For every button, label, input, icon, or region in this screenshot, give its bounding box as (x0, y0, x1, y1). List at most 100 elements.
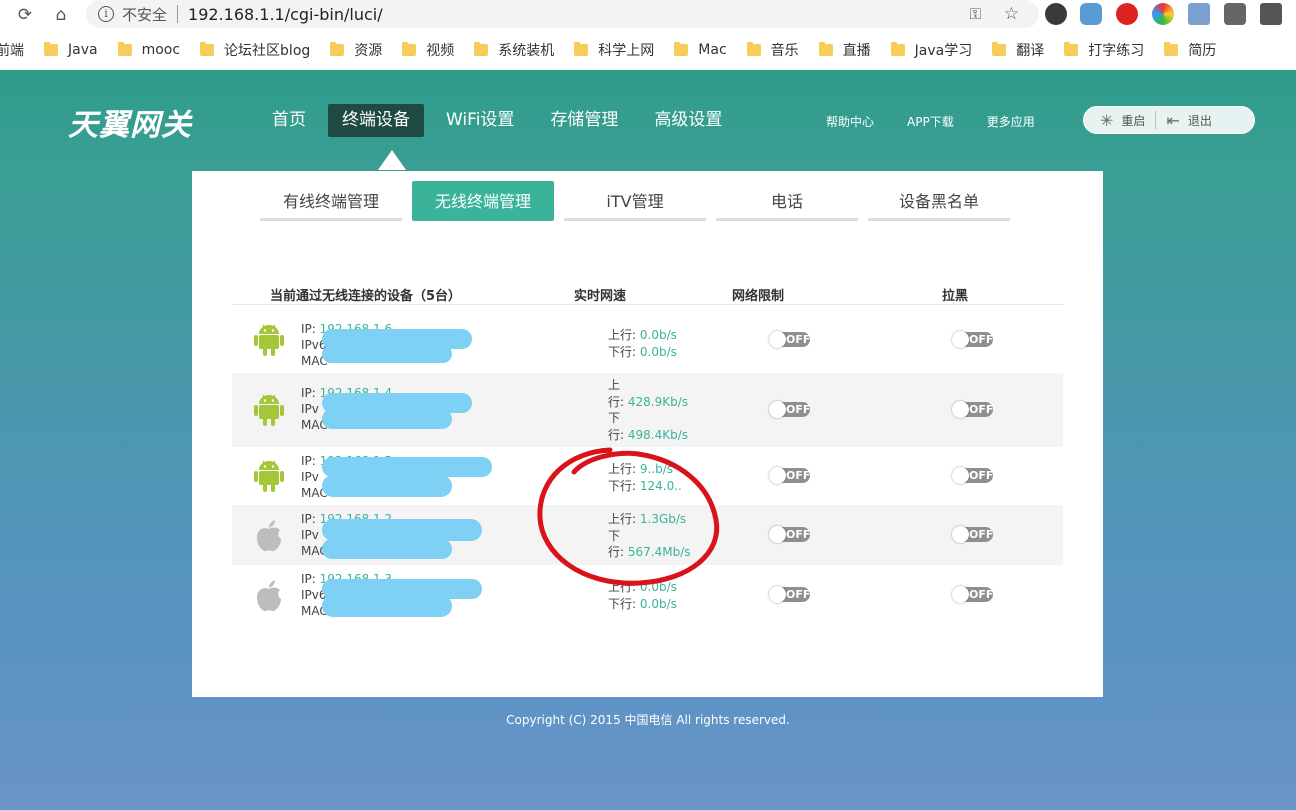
reload-icon[interactable]: ⟳ (12, 2, 38, 28)
network-limit-toggle[interactable]: OFF (769, 526, 810, 543)
bookmark-item[interactable]: 论坛社区blog (200, 40, 310, 60)
bookmark-item[interactable]: Java学习 (890, 40, 972, 60)
bookmark-item[interactable]: Java (44, 42, 98, 58)
network-limit-toggle[interactable]: OFF (769, 586, 810, 603)
copyright: Copyright (C) 2015 中国电信 All rights reser… (506, 713, 790, 727)
nav-advanced[interactable]: 高级设置 (640, 104, 736, 137)
redaction-mark (322, 595, 452, 617)
folder-icon (674, 42, 689, 56)
content-panel: 有线终端管理 无线终端管理 iTV管理 电话 设备黑名单 当前通过无线连接的设备… (192, 171, 1103, 697)
tab-wireless[interactable]: 无线终端管理 (412, 181, 554, 221)
bookmark-item[interactable]: 前端 (0, 40, 24, 60)
folder-icon (44, 42, 58, 56)
block-toggle[interactable]: OFF (952, 331, 993, 348)
info-icon[interactable]: i (98, 6, 114, 22)
tab-blacklist[interactable]: 设备黑名单 (868, 181, 1010, 221)
upload-line: 上 行: 428.9Kb/s (608, 378, 689, 409)
upload-speed: 0.0b/s (639, 328, 677, 342)
network-limit-toggle[interactable]: OFF (769, 401, 810, 418)
annotation-circle (537, 447, 720, 586)
bookmark-item[interactable]: 打字练习 (1064, 40, 1144, 60)
header-limit: 网络限制 (732, 289, 785, 304)
header-devices: 当前通过无线连接的设备（5台） (270, 289, 462, 304)
tab-itv[interactable]: iTV管理 (564, 181, 706, 221)
bookmark-item[interactable]: 视频 (402, 40, 454, 60)
more-apps-link[interactable]: 更多应用 (987, 113, 1035, 130)
extension-shield-icon[interactable] (1080, 3, 1102, 25)
download-speed: 0.0b/s (639, 344, 677, 359)
address-bar[interactable]: i 不安全 192.168.1.1/cgi-bin/luci/ ⚿ ☆ (86, 0, 1039, 28)
extension-map-icon[interactable] (1188, 3, 1210, 25)
header-block: 拉黑 (942, 289, 969, 304)
folder-icon (200, 42, 215, 56)
nav-devices[interactable]: 终端设备 (328, 104, 424, 137)
logo[interactable]: 天翼网关 (68, 100, 192, 144)
block-toggle[interactable]: OFF (952, 526, 993, 543)
nav-storage[interactable]: 存储管理 (536, 104, 632, 137)
nav-home[interactable]: 首页 (258, 104, 320, 137)
security-label: 不安全 (122, 5, 168, 24)
device-row: IP: 192.168.1.4 IPv MAC 上 行: 428.9Kb/s 下… (232, 373, 1063, 447)
system-actions: ✳ 重启 ⇤ 退出 (1083, 106, 1255, 134)
block-toggle[interactable]: OFF (952, 467, 993, 484)
extension-box-icon[interactable] (1224, 3, 1246, 25)
folder-icon (330, 42, 345, 56)
bookmark-item[interactable]: 翻译 (992, 40, 1044, 60)
bookmark-item[interactable]: 音乐 (746, 40, 799, 60)
key-icon[interactable]: ⚿ (970, 5, 981, 23)
nav-wifi[interactable]: WiFi设置 (432, 104, 528, 137)
android-icon (254, 324, 284, 360)
upload-line: 上行: 0.0b/s (608, 328, 677, 342)
android-icon (254, 394, 284, 430)
device-row: IP: 192.168.1.6 IPv6 MAC 上行: 0.0b/s 下行: … (232, 307, 1063, 373)
block-toggle[interactable]: OFF (952, 401, 993, 418)
block-toggle[interactable]: OFF (952, 586, 993, 603)
active-nav-pointer (378, 150, 406, 170)
bookmark-item[interactable]: Mac (674, 42, 727, 58)
tab-phone[interactable]: 电话 (716, 181, 858, 221)
download-line: 下行: 0.0b/s (608, 596, 677, 611)
bookmark-item[interactable]: 科学上网 (574, 40, 654, 60)
abp-icon[interactable] (1116, 3, 1138, 25)
apple-icon (254, 579, 284, 617)
bookmark-item[interactable]: 直播 (818, 40, 871, 60)
folder-icon (574, 42, 589, 56)
android-icon (254, 460, 284, 496)
folder-icon (474, 42, 489, 56)
bookmark-star-icon[interactable]: ☆ (1004, 4, 1019, 24)
extension-eye-icon[interactable] (1045, 3, 1067, 25)
speed-info: 上行: 0.0b/s 下行: 0.0b/s (608, 327, 677, 360)
annotation-stroke (537, 447, 720, 586)
network-limit-toggle[interactable]: OFF (769, 331, 810, 348)
apple-icon (254, 519, 284, 557)
home-icon[interactable]: ⌂ (48, 2, 74, 28)
table-header: 当前通过无线连接的设备（5台） 实时网速 网络限制 拉黑 (232, 285, 1063, 305)
extension-color-icon[interactable] (1152, 3, 1174, 25)
spinner-icon: ✳ (1100, 110, 1114, 130)
help-link[interactable]: 帮助中心 (826, 113, 874, 130)
bookmarks-bar: 前端 Java mooc 论坛社区blog 资源 视频 系统装机 科学上网 Ma… (0, 36, 1296, 64)
header-speed: 实时网速 (574, 289, 627, 304)
url-text[interactable]: 192.168.1.1/cgi-bin/luci/ (188, 5, 383, 24)
bookmark-item[interactable]: 简历 (1164, 40, 1216, 60)
folder-icon (402, 42, 417, 56)
upload-speed: 428.9Kb/s (627, 394, 689, 409)
tab-wired[interactable]: 有线终端管理 (260, 181, 402, 221)
redaction-mark (322, 409, 452, 429)
bookmark-item[interactable]: 资源 (330, 40, 382, 60)
bookmark-item[interactable]: 系统装机 (474, 40, 554, 60)
browser-toolbar: ⟳ ⌂ i 不安全 192.168.1.1/cgi-bin/luci/ ⚿ ☆ (0, 0, 1296, 30)
bookmark-item[interactable]: mooc (117, 42, 180, 58)
speed-info: 上 行: 428.9Kb/s 下 行: 498.4Kb/s (608, 377, 688, 443)
router-page: 天翼网关 首页 终端设备 WiFi设置 存储管理 高级设置 帮助中心 APP下载… (0, 70, 1296, 810)
folder-icon (992, 42, 1007, 56)
main-nav: 首页 终端设备 WiFi设置 存储管理 高级设置 (258, 104, 744, 170)
redaction-mark (322, 519, 482, 541)
restart-button[interactable]: ✳ 重启 (1084, 107, 1155, 133)
device-tabs: 有线终端管理 无线终端管理 iTV管理 电话 设备黑名单 (260, 181, 1020, 221)
network-limit-toggle[interactable]: OFF (769, 467, 810, 484)
app-download-link[interactable]: APP下载 (907, 113, 954, 130)
logout-button[interactable]: ⇤ 退出 (1156, 107, 1221, 133)
extensions-puzzle-icon[interactable] (1260, 3, 1282, 25)
folder-icon (890, 42, 905, 56)
